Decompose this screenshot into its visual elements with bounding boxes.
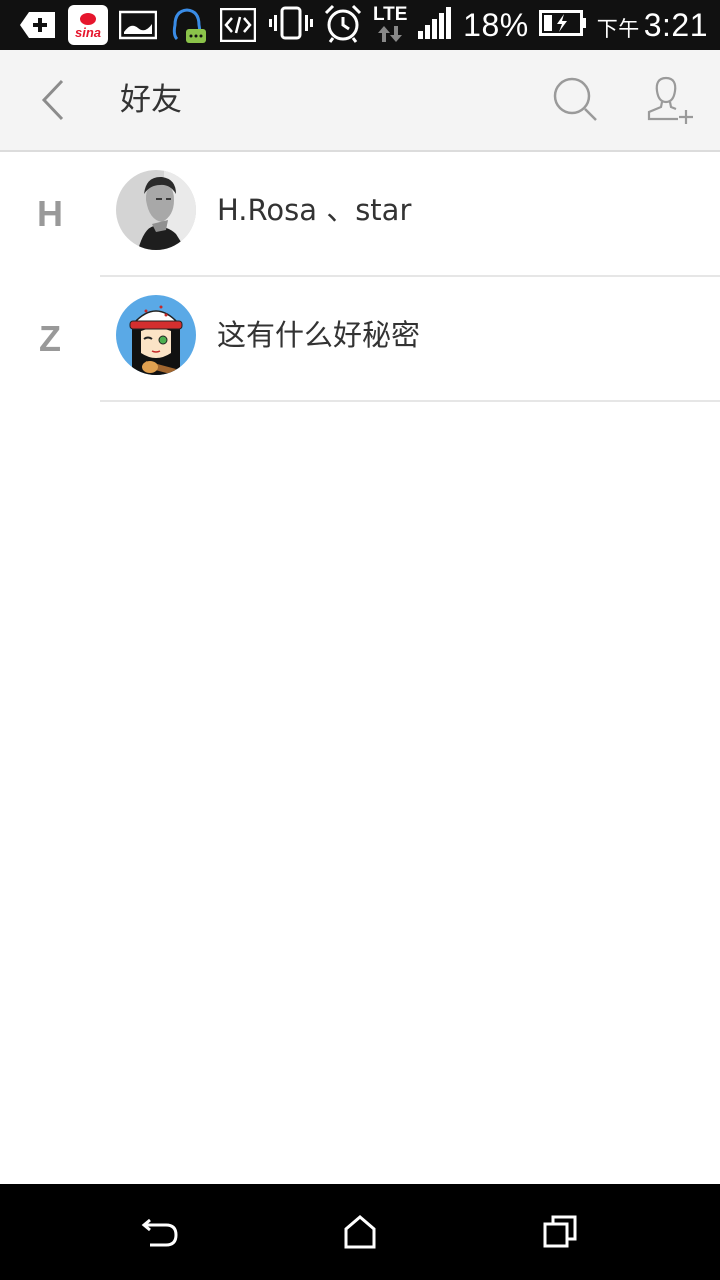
index-letter: H <box>37 193 63 234</box>
home-icon <box>344 1215 376 1249</box>
friend-row[interactable]: H H.Rosa 、star <box>0 152 720 277</box>
page-title: 好友 <box>120 82 182 118</box>
nav-back-button[interactable] <box>136 1208 184 1256</box>
search-icon <box>553 77 597 121</box>
clock: 下午 3:21 <box>597 7 708 44</box>
data-arrows-icon <box>378 26 403 42</box>
battery-icon <box>538 10 587 40</box>
system-status: LTE 18% 下午 3:21 <box>269 0 708 50</box>
friend-name: H.Rosa 、star <box>217 193 412 227</box>
nav-home-button[interactable] <box>336 1208 384 1256</box>
app-header: 好友 <box>0 50 720 152</box>
add-icon <box>18 5 58 45</box>
recent-apps-icon <box>543 1215 577 1248</box>
sina-weibo-icon: sina <box>68 5 108 45</box>
add-user-icon <box>647 76 693 124</box>
battery-percent: 18% <box>463 6 529 43</box>
notification-icons: sina <box>18 5 258 45</box>
friend-name: 这有什么好秘密 <box>217 318 421 352</box>
friend-row-body[interactable]: 这有什么好秘密 <box>100 277 720 402</box>
avatar[interactable] <box>116 295 196 375</box>
friend-list: H H.Rosa 、star Z 这有什么好秘密 <box>0 152 720 402</box>
qq-chat-icon <box>168 5 208 45</box>
vibrate-icon <box>269 5 314 45</box>
lte-indicator: LTE <box>372 4 408 44</box>
avatar[interactable] <box>116 170 196 250</box>
code-icon <box>218 5 258 45</box>
friend-row[interactable]: Z 这有什么好秘密 <box>0 277 720 402</box>
time-label: 3:21 <box>643 6 708 43</box>
signal-icon <box>417 7 453 43</box>
nav-recent-apps-button[interactable] <box>536 1208 584 1256</box>
search-button[interactable] <box>548 72 604 128</box>
back-icon <box>141 1218 178 1247</box>
add-friend-button[interactable] <box>642 70 702 130</box>
status-bar: sina LTE 18% 下午 3:21 <box>0 0 720 50</box>
image-icon <box>118 5 158 45</box>
lte-label: LTE <box>372 4 408 25</box>
back-button[interactable] <box>28 72 78 128</box>
alarm-icon <box>323 3 363 47</box>
am-pm-label: 下午 <box>596 16 640 41</box>
friend-row-body[interactable]: H.Rosa 、star <box>100 152 720 277</box>
chevron-left-icon <box>41 79 64 121</box>
svg-text:sina: sina <box>75 25 101 40</box>
navigation-bar <box>0 1184 720 1280</box>
index-letter: Z <box>39 318 61 359</box>
